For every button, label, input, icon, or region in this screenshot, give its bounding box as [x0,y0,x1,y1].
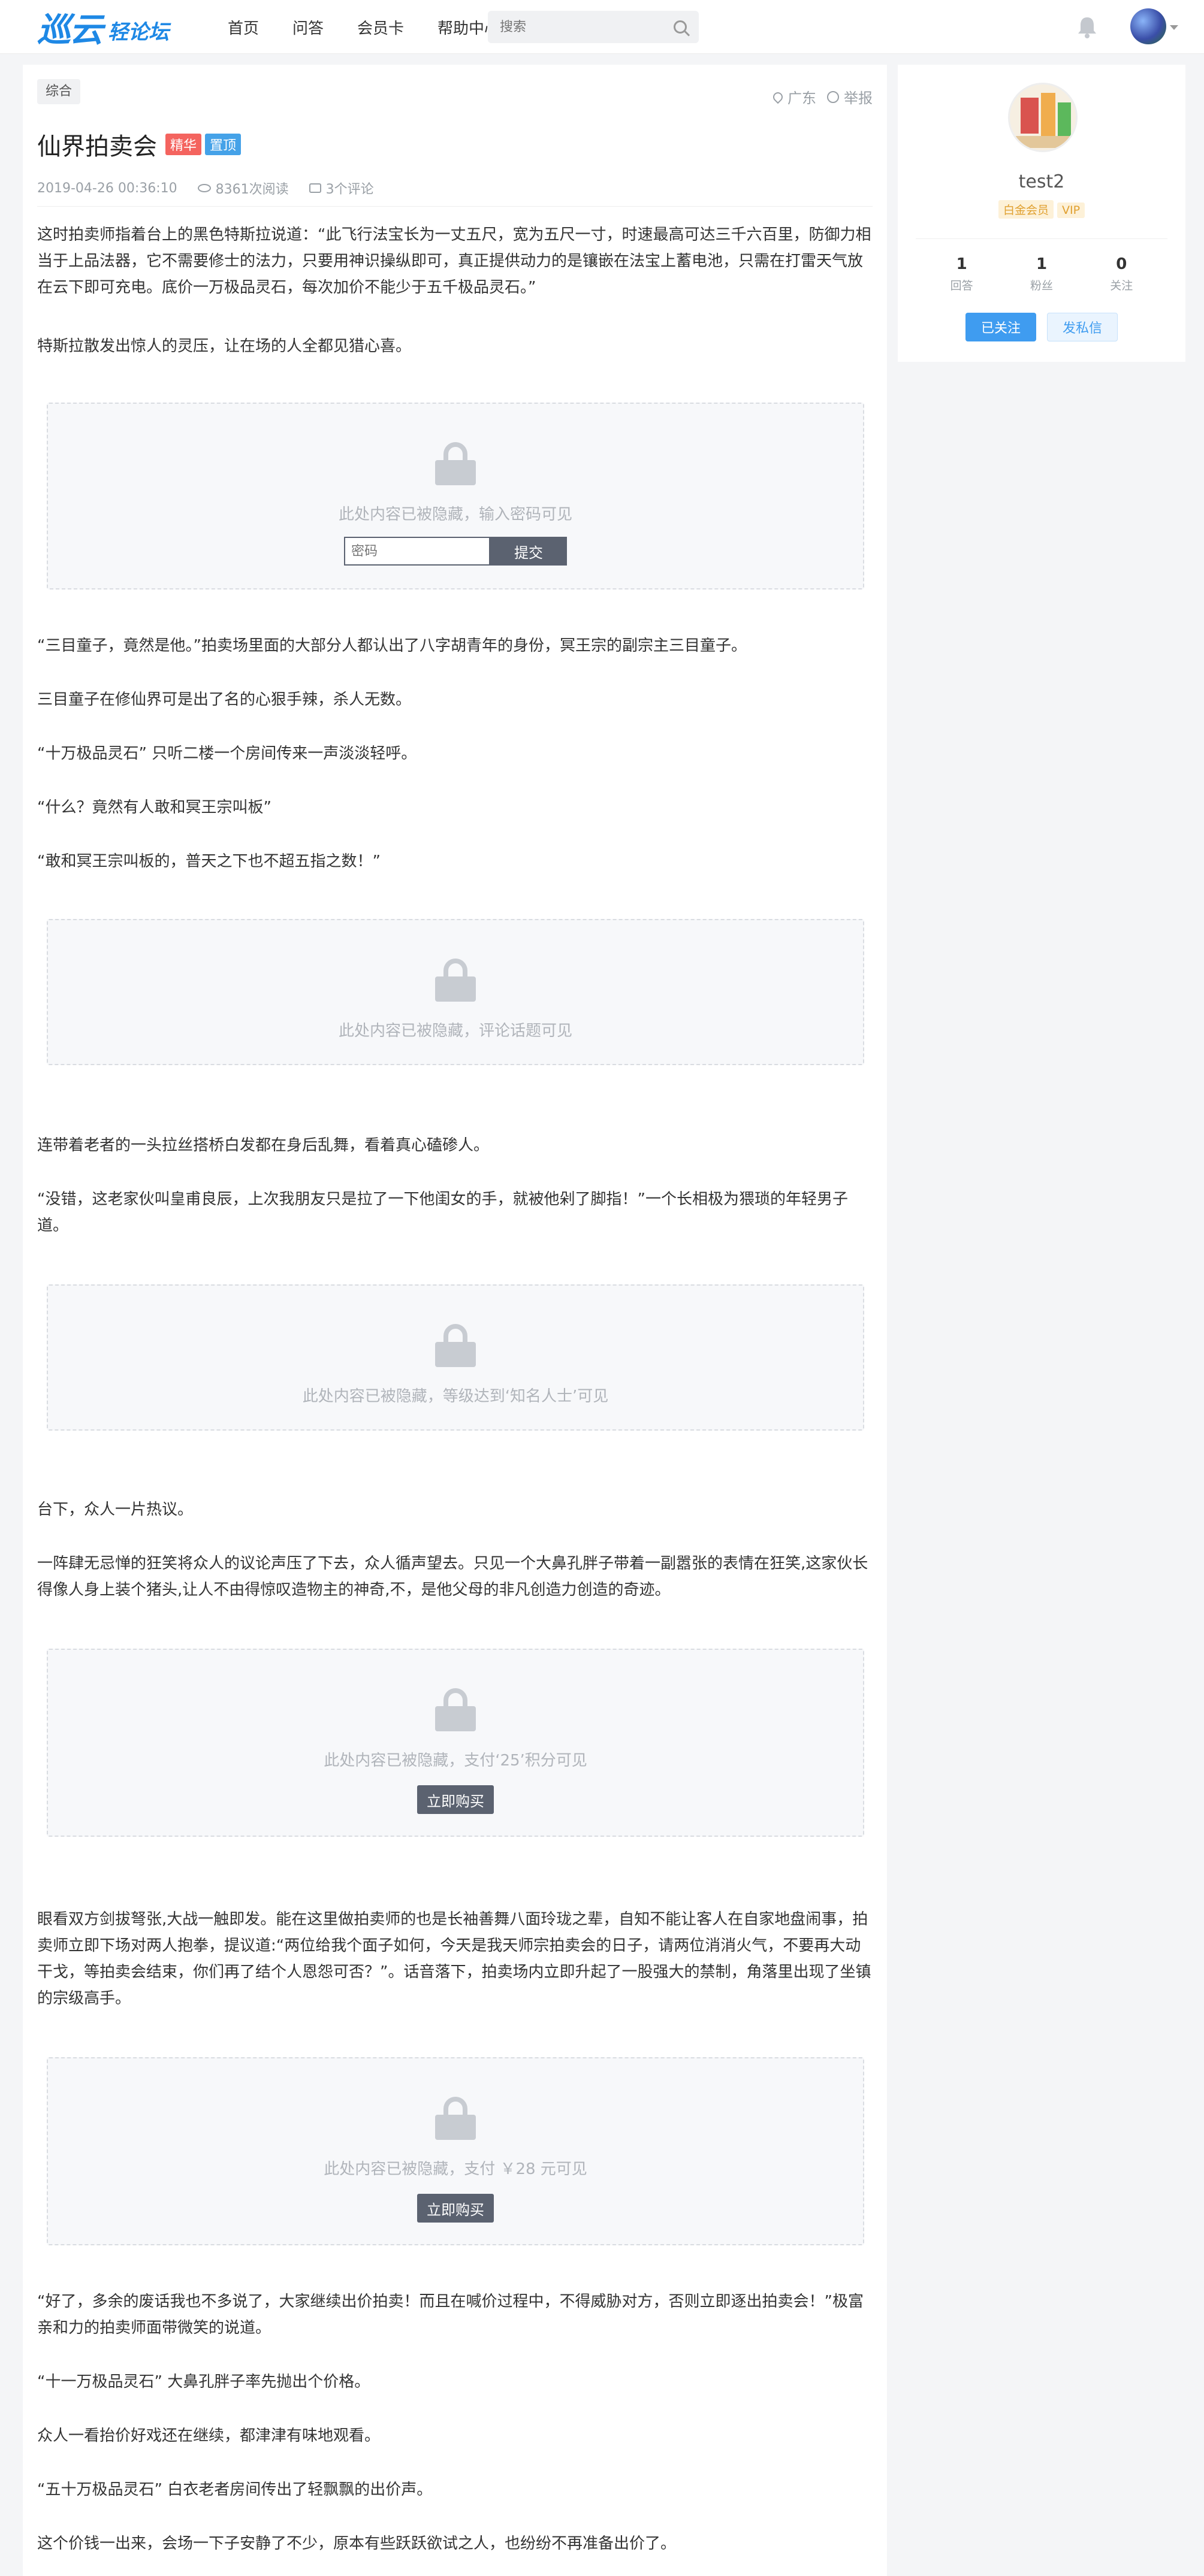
top-header: 巡云 轻论坛 首页 问答 会员卡 帮助中心 [0,0,1204,54]
paragraph: “五十万极品灵石” 白衣老者房间传出了轻飘飘的出价声。 [37,2481,433,2499]
member-badge: 白金会员 [998,200,1054,219]
lock-icon [435,1324,476,1367]
paragraph: 这个价钱一出来，会场一下子安静了不少，原本有些跃跃欲试之人，也纷纷不再准备出价了… [37,2535,677,2553]
submit-password-button[interactable]: 提交 [490,537,567,566]
buy-now-button[interactable]: 立即购买 [417,2194,494,2223]
paragraph: 三目童子在修仙界可是出了名的心狠手辣，杀人无数。 [37,691,412,709]
paragraph: 眼看双方剑拔弩张,大战一触即发。能在这里做拍卖师的也是长袖善舞八面玲珑之辈，自知… [37,1910,871,2007]
report-link[interactable]: 举报 [827,86,873,107]
comment-count[interactable]: 3个评论 [309,179,374,198]
stat-answers[interactable]: 1 回答 [926,255,998,293]
paragraph: 一阵肆无忌惮的狂笑将众人的议论声压了下去，众人循声望去。只见一个大鼻孔胖子带着一… [37,1555,868,1599]
hidden-content-level: 此处内容已被隐藏，等级达到‘知名人士’可见 [47,1284,864,1431]
location: 广东 [771,86,816,107]
author-stats: 1 回答 1 粉丝 0 关注 [898,255,1185,293]
comment-icon [309,183,321,193]
nav-qa[interactable]: 问答 [292,16,324,38]
stat-label: 粉丝 [1030,279,1053,292]
site-logo[interactable]: 巡云 轻论坛 [37,8,169,50]
search-input[interactable] [500,19,674,35]
bell-icon[interactable] [1076,16,1098,38]
vip-badge: VIP [1057,202,1085,218]
author-card: test2 白金会员 VIP 1 回答 1 粉丝 0 关注 已关注 发私信 [898,65,1185,362]
post-date: 2019-04-26 00:36:10 [37,180,177,196]
pinned-badge: 置顶 [205,134,242,155]
stat-following[interactable]: 0 关注 [1085,255,1157,293]
hidden-notice: 此处内容已被隐藏，评论话题可见 [338,1022,572,1040]
user-avatar[interactable] [1130,8,1166,44]
lock-icon [435,2097,476,2140]
password-input[interactable] [344,537,490,566]
author-badges: 白金会员 VIP [898,200,1185,219]
stat-followers[interactable]: 1 粉丝 [1006,255,1078,293]
logo-main-text: 巡云 [37,10,103,50]
hidden-notice: 此处内容已被隐藏，输入密码可见 [338,506,572,524]
featured-badge: 精华 [165,134,202,155]
paragraph: 连带着老者的一头拉丝搭桥白发都在身后乱舞，看着真心磕碜人。 [37,1136,490,1154]
paragraph: “三目童子，竟然是他。”拍卖场里面的大部分人都认出了八字胡青年的身份，冥王宗的副… [37,637,747,655]
paragraph: “没错，这老家伙叫皇甫良辰，上次我朋友只是拉了一下他闺女的手，就被他剁了脚指！”… [37,1190,848,1235]
post-card: 综合 广东 举报 仙界拍卖会 精华 置顶 2019-04-26 00:36:10… [23,65,887,2576]
nav-membership[interactable]: 会员卡 [357,16,404,38]
stat-label: 关注 [1110,279,1133,292]
paragraph: “十万极品灵石” 只听二楼一个房间传来一声淡淡轻呼。 [37,745,417,763]
hidden-content-pay: 此处内容已被隐藏，支付 ￥28 元可见 立即购买 [47,2057,864,2245]
hidden-content-password: 此处内容已被隐藏，输入密码可见 提交 [47,403,864,589]
buy-now-button[interactable]: 立即购买 [417,1785,494,1814]
paragraph: 众人一看抬价好戏还在继续，都津津有味地观看。 [37,2427,381,2445]
paragraph: “十一万极品灵石” 大鼻孔胖子率先抛出个价格。 [37,2373,370,2391]
logo-sub-text: 轻论坛 [108,20,169,44]
stat-number: 1 [956,255,967,273]
paragraph: 台下，众人一片热议。 [37,1501,194,1519]
hidden-notice: 此处内容已被隐藏，等级达到‘知名人士’可见 [302,1387,609,1405]
report-icon [827,90,839,103]
post-meta-right: 广东 举报 [762,86,873,107]
author-name[interactable]: test2 [898,171,1185,192]
chevron-down-icon[interactable] [1170,25,1178,30]
lock-icon [435,442,476,485]
hidden-content-points: 此处内容已被隐藏，支付‘25’积分可见 立即购买 [47,1649,864,1837]
stat-number: 0 [1116,255,1127,273]
lock-icon [435,1688,476,1731]
hidden-notice: 此处内容已被隐藏，支付‘25’积分可见 [324,1752,587,1770]
message-button[interactable]: 发私信 [1047,313,1118,341]
hidden-content-comment: 此处内容已被隐藏，评论话题可见 [47,919,864,1065]
paragraph: “好了，多余的废话我也不多说了，大家继续出价拍卖！而且在喊价过程中，不得威胁对方… [37,2293,864,2337]
search-icon[interactable] [674,20,687,34]
author-actions: 已关注 发私信 [898,313,1185,341]
title-row: 仙界拍卖会 精华 置顶 [37,127,242,162]
follow-button[interactable]: 已关注 [965,313,1036,341]
nav-home[interactable]: 首页 [228,16,259,38]
paragraph: 特斯拉散发出惊人的灵压，让在场的人全都见猎心喜。 [37,337,412,355]
category-tag[interactable]: 综合 [37,79,81,104]
stat-number: 1 [1036,255,1048,273]
paragraph: “什么？竟然有人敢和冥王宗叫板” [37,799,271,817]
paragraph: 这时拍卖师指着台上的黑色特斯拉说道：“此飞行法宝长为一丈五尺，宽为五尺一寸，时速… [37,226,871,297]
stat-label: 回答 [950,279,973,292]
divider [916,238,1167,239]
password-form: 提交 [344,537,567,566]
post-title: 仙界拍卖会 [37,133,157,161]
location-pin-icon [771,90,785,104]
hidden-notice: 此处内容已被隐藏，支付 ￥28 元可见 [324,2160,587,2178]
eye-icon [197,184,211,192]
author-avatar[interactable] [1008,83,1078,152]
paragraph: “敢和冥王宗叫板的，普天之下也不超五指之数！” [37,852,381,870]
view-count: 8361次阅读 [197,179,289,198]
lock-icon [435,959,476,1002]
search-box [488,11,699,43]
divider [37,206,873,207]
post-meta: 2019-04-26 00:36:10 8361次阅读 3个评论 [37,179,394,198]
